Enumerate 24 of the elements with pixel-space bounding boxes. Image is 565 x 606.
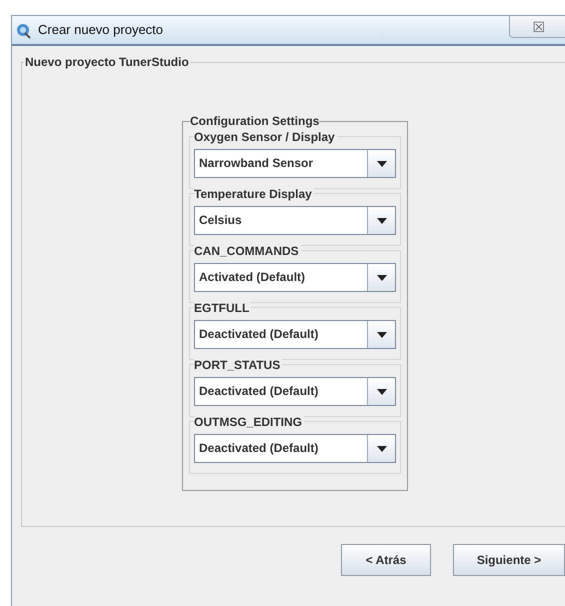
field-label: CAN_COMMANDS (194, 244, 301, 258)
dropdown[interactable]: Narrowband Sensor (194, 149, 396, 178)
caret-icon (376, 274, 386, 280)
settings-title: Configuration Settings (190, 114, 320, 128)
caret-icon (376, 218, 386, 224)
app-icon (16, 21, 32, 39)
next-button[interactable]: Siguiente > (453, 544, 565, 576)
field-label: OUTMSG_EDITING (194, 415, 304, 429)
caret-icon (376, 446, 386, 452)
caret-icon (376, 388, 386, 394)
back-button[interactable]: < Atrás (341, 544, 431, 576)
field-label: EGTFULL (194, 301, 252, 315)
caret-icon (376, 332, 386, 338)
field-label: PORT_STATUS (194, 358, 282, 372)
window-title: Crear nuevo proyecto (38, 21, 164, 40)
caret-icon (376, 160, 386, 166)
dropdown[interactable]: Celsius (194, 206, 396, 235)
field-label: Temperature Display (194, 187, 314, 201)
dropdown[interactable]: Deactivated (Default) (194, 377, 396, 406)
field-label: Oxygen Sensor / Display (194, 130, 337, 144)
close-button[interactable]: ☒ (509, 16, 565, 38)
dropdown[interactable]: Deactivated (Default) (194, 434, 396, 463)
dropdown[interactable]: Activated (Default) (194, 263, 396, 292)
dropdown[interactable]: Deactivated (Default) (194, 320, 396, 349)
